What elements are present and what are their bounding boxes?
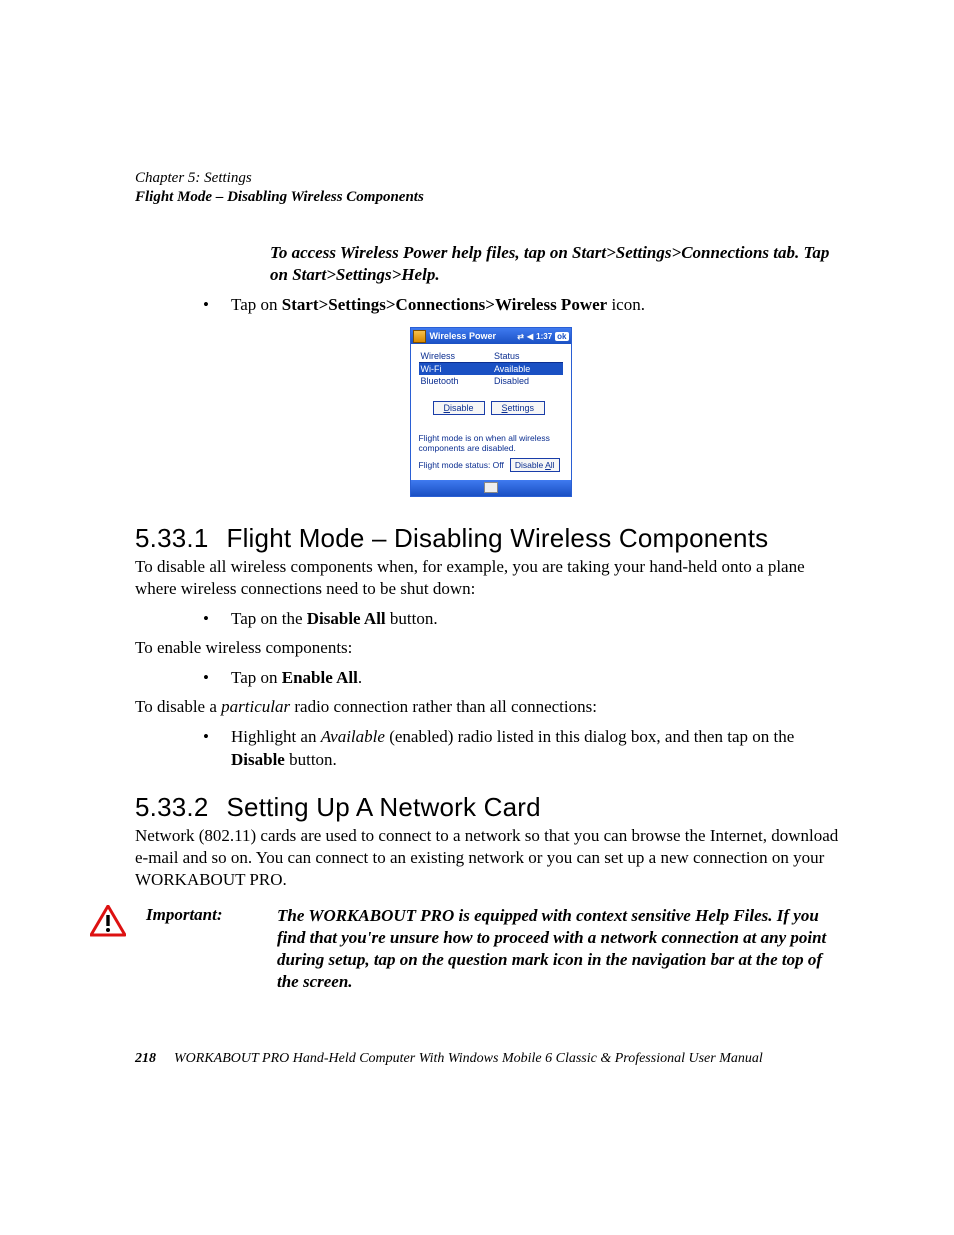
connectivity-icon: ⇄ xyxy=(517,332,524,341)
bullet-dot: • xyxy=(203,294,231,317)
row-wifi-status: Available xyxy=(492,363,563,376)
important-label: Important: xyxy=(146,905,261,993)
settings-button: Settings xyxy=(491,401,546,415)
screenshot-footerbar xyxy=(411,480,571,496)
s1-paragraph-2: To enable wireless components: xyxy=(135,637,846,659)
col-status: Status xyxy=(492,350,563,363)
page-number: 218 xyxy=(135,1051,156,1067)
wireless-table: Wireless Status Wi-Fi Available Bluetoot… xyxy=(419,350,563,387)
header-section-title: Flight Mode – Disabling Wireless Compone… xyxy=(135,189,846,206)
wireless-power-screenshot: Wireless Power ⇄ ◀ 1:37 ok Wireless Stat… xyxy=(410,327,572,496)
start-icon xyxy=(413,330,426,343)
bullet-enable-all: • Tap on Enable All. xyxy=(203,667,846,690)
section-5-33-2-heading: 5.33.2 Setting Up A Network Card xyxy=(135,792,846,823)
section-number: 5.33.1 xyxy=(135,523,209,553)
screenshot-titlebar: Wireless Power ⇄ ◀ 1:37 ok xyxy=(411,328,571,344)
intro-note: To access Wireless Power help files, tap… xyxy=(270,242,846,286)
clock-label: 1:37 xyxy=(536,332,552,341)
section-title: Setting Up A Network Card xyxy=(227,792,541,822)
section-5-33-1-heading: 5.33.1 Flight Mode – Disabling Wireless C… xyxy=(135,523,846,554)
bullet-highlight-available: • Highlight an Available (enabled) radio… xyxy=(203,726,846,772)
section-number: 5.33.2 xyxy=(135,792,209,822)
important-text: The WORKABOUT PRO is equipped with conte… xyxy=(277,905,846,993)
flight-mode-note: Flight mode is on when all wireless comp… xyxy=(419,433,563,453)
ok-button: ok xyxy=(555,332,568,341)
bullet-intro-post: icon. xyxy=(607,295,645,314)
footer-text: WORKABOUT PRO Hand-Held Computer With Wi… xyxy=(174,1051,763,1067)
s2-paragraph-1: Network (802.11) cards are used to conne… xyxy=(135,825,846,891)
row-bt-name: Bluetooth xyxy=(419,375,492,387)
important-block: Important: The WORKABOUT PRO is equipped… xyxy=(135,905,846,993)
table-row: Bluetooth Disabled xyxy=(419,375,563,387)
section-title: Flight Mode – Disabling Wireless Compone… xyxy=(227,523,769,553)
disable-button: Disable xyxy=(433,401,485,415)
row-bt-status: Disabled xyxy=(492,375,563,387)
header-chapter: Chapter 5: Settings xyxy=(135,170,846,187)
volume-icon: ◀ xyxy=(527,332,533,341)
keyboard-icon xyxy=(484,482,498,493)
bullet-intro-pre: Tap on xyxy=(231,295,282,314)
s1-paragraph-1: To disable all wireless components when,… xyxy=(135,556,846,600)
bullet-intro-bold: Start>Settings>Connections>Wireless Powe… xyxy=(282,295,607,314)
page-footer: 218 WORKABOUT PRO Hand-Held Computer Wit… xyxy=(135,1051,846,1067)
s1-paragraph-3: To disable a particular radio connection… xyxy=(135,696,846,718)
col-wireless: Wireless xyxy=(419,350,492,363)
bullet-tap-wireless-power: • Tap on Start>Settings>Connections>Wire… xyxy=(203,294,846,317)
bullet-disable-all: • Tap on the Disable All button. xyxy=(203,608,846,631)
screenshot-title: Wireless Power xyxy=(430,331,496,341)
flight-mode-status: Flight mode status: Off xyxy=(419,460,504,470)
row-wifi-name: Wi-Fi xyxy=(419,363,492,376)
warning-icon xyxy=(90,905,126,937)
disable-all-button: Disable All xyxy=(510,458,560,472)
table-row: Wi-Fi Available xyxy=(419,363,563,376)
